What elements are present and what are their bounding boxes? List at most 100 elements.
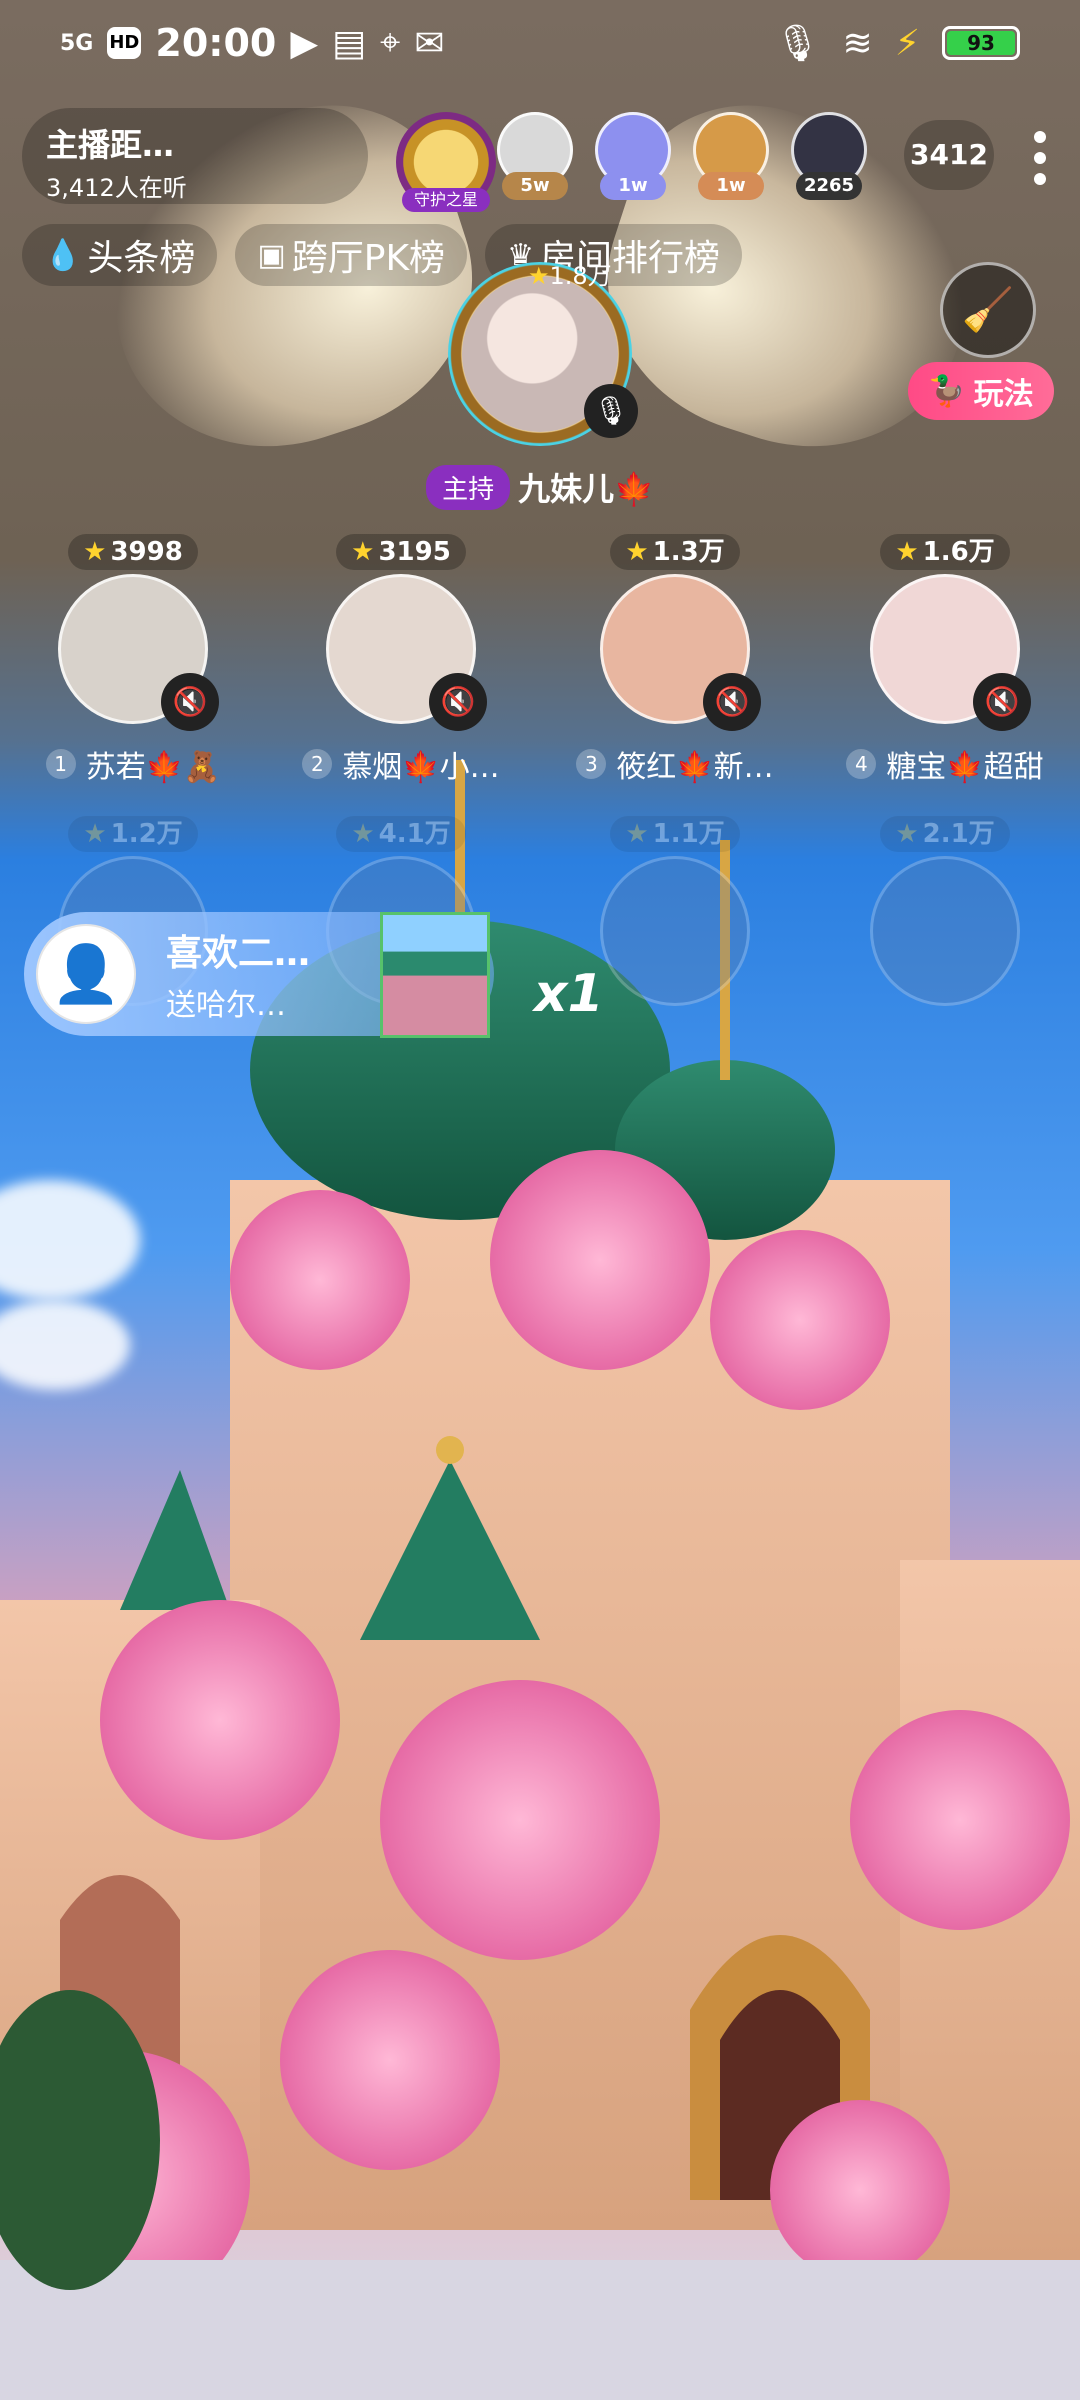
play-icon: ▶ [290, 22, 319, 64]
status-time: 20:00 [155, 21, 277, 65]
contributor-badge: 1w [600, 172, 666, 200]
status-bar: 5G HD 20:00 ▶ ▤ ⌖ ✉ 🎙 ≋ ⚡ 93 [0, 0, 1080, 86]
host-distance-card[interactable]: 主播距… 3,412人在听 [22, 108, 368, 204]
seat-avatar: 🔇 [870, 574, 1031, 731]
seat-score-value: 1.2万 [110, 819, 183, 849]
seat-score: ★ 3195 [336, 534, 466, 570]
host-score: ★1.8万 [528, 256, 612, 291]
top-contributors: 守护之星 5w 1w 1w 2265 [396, 112, 870, 212]
default-avatar-icon: 👤 [36, 924, 136, 1024]
microphone-icon: 🎙 [774, 23, 821, 64]
contributor-guard-star[interactable]: 守护之星 [396, 112, 496, 212]
seat-score: ★ 1.2万 [68, 816, 198, 852]
contributor-avatar[interactable]: 1w [690, 112, 772, 200]
dot-icon [1034, 130, 1046, 143]
battery-level: 93 [947, 31, 1015, 55]
guest-seat-faded[interactable]: ★ 2.1万 [830, 816, 1060, 1006]
host-score-value: 1.8万 [549, 262, 612, 290]
microphone-icon: 🎙 [584, 384, 638, 438]
seat-avatar [870, 856, 1020, 1006]
guard-star-badge: 守护之星 [402, 188, 490, 212]
star-icon: ★ [625, 537, 649, 567]
mic-muted-icon: 🔇 [429, 673, 487, 731]
seat-avatar [600, 856, 750, 1006]
star-icon: ★ [895, 819, 919, 849]
location-icon: ⌖ [380, 22, 401, 63]
listener-count: 3,412人在听 [46, 174, 187, 202]
audience-count[interactable]: 3412 [904, 120, 994, 190]
guest-seat[interactable]: ★ 1.6万 🔇 4 糖宝🍁超甜 [830, 534, 1060, 786]
seat-index: 3 [576, 749, 607, 779]
contributor-avatar[interactable]: 5w [494, 112, 576, 200]
star-icon: ★ [528, 262, 550, 290]
seat-score-value: 1.1万 [652, 819, 725, 849]
status-left: 5G HD 20:00 ▶ ▤ ⌖ ✉ [60, 21, 445, 65]
seat-label: 4 糖宝🍁超甜 [830, 742, 1060, 786]
mic-muted-icon: 🔇 [973, 673, 1031, 731]
gift-action-text: 送哈尔… [166, 988, 286, 1023]
dot-icon [1034, 151, 1046, 164]
seat-score-value: 3195 [378, 537, 451, 567]
tab-headline-rank[interactable]: 💧 头条榜 [22, 224, 218, 286]
gameplay-button[interactable]: 🦆 玩法 [908, 362, 1054, 420]
battery-indicator: 93 [942, 26, 1020, 60]
seat-avatar: 🔇 [58, 574, 219, 731]
seat-label: 3 筱红🍁新… [560, 742, 790, 786]
gift-count: x1 [534, 964, 604, 1024]
seat-name: 筱红🍁新… [616, 750, 774, 785]
star-icon: ★ [351, 537, 375, 567]
tab-label: 头条榜 [87, 238, 196, 279]
seat-index: 4 [846, 749, 877, 779]
contributor-badge: 5w [502, 172, 568, 200]
seat-score-value: 2.1万 [922, 819, 995, 849]
seat-name: 苏若🍁🧸 [85, 750, 221, 785]
guest-seat[interactable]: ★ 3998 🔇 1 苏若🍁🧸 [18, 534, 248, 786]
gift-palace-thumbnail [380, 912, 490, 1038]
network-indicator: 5G [60, 30, 94, 56]
seat-index: 2 [302, 749, 333, 779]
dot-icon [1034, 173, 1046, 186]
gift-sender-name: 喜欢二… [166, 933, 311, 974]
host-distance-title: 主播距… [46, 126, 175, 164]
star-icon: ★ [351, 819, 375, 849]
charging-icon: ⚡ [894, 22, 920, 64]
star-icon: ★ [895, 537, 919, 567]
contributor-badge: 1w [698, 172, 764, 200]
seat-score-value: 1.3万 [652, 537, 725, 567]
star-icon: ★ [83, 537, 107, 567]
seat-score: ★ 4.1万 [336, 816, 466, 852]
seat-score: ★ 2.1万 [880, 816, 1010, 852]
wifi-icon: ≋ [842, 22, 873, 64]
droplet-icon: 💧 [44, 237, 82, 273]
gift-text: 喜欢二… 送哈尔… [166, 924, 310, 1024]
seat-avatar: 🔇 [326, 574, 487, 731]
contributor-avatar[interactable]: 1w [592, 112, 674, 200]
host-seat[interactable]: 🎙 ★1.8万 主持 九妹儿🍁 [390, 262, 690, 510]
guest-seat[interactable]: ★ 1.3万 🔇 3 筱红🍁新… [560, 534, 790, 786]
contributor-avatar[interactable]: 2265 [788, 112, 870, 200]
gameplay-icon: 🦆 [928, 373, 966, 409]
seat-score: ★ 1.3万 [610, 534, 740, 570]
seat-name: 糖宝🍁超甜 [886, 750, 1044, 785]
seat-score-value: 4.1万 [378, 819, 451, 849]
more-menu-button[interactable] [1020, 126, 1060, 190]
seat-score: ★ 3998 [68, 534, 198, 570]
seat-avatar: 🔇 [600, 574, 761, 731]
seat-score-value: 3998 [110, 537, 183, 567]
contributor-badge: 2265 [796, 172, 862, 200]
star-icon: ★ [625, 819, 649, 849]
star-icon: ★ [83, 819, 107, 849]
gameplay-label: 玩法 [973, 377, 1034, 412]
seat-score-value: 1.6万 [922, 537, 995, 567]
mic-muted-icon: 🔇 [161, 673, 219, 731]
seat-label: 2 慕烟🍁小… [286, 742, 516, 786]
book-icon: ▤ [332, 22, 367, 64]
host-name: 九妹儿🍁 [518, 470, 654, 508]
mail-icon: ✉ [414, 22, 445, 64]
seat-name: 慕烟🍁小… [342, 750, 500, 785]
host-name-row: 主持 九妹儿🍁 [390, 464, 690, 510]
guest-seat[interactable]: ★ 3195 🔇 2 慕烟🍁小… [286, 534, 516, 786]
seat-score: ★ 1.1万 [610, 816, 740, 852]
guard-star-avatar: 守护之星 [396, 112, 496, 212]
broom-icon[interactable]: 🧹 [940, 262, 1036, 358]
